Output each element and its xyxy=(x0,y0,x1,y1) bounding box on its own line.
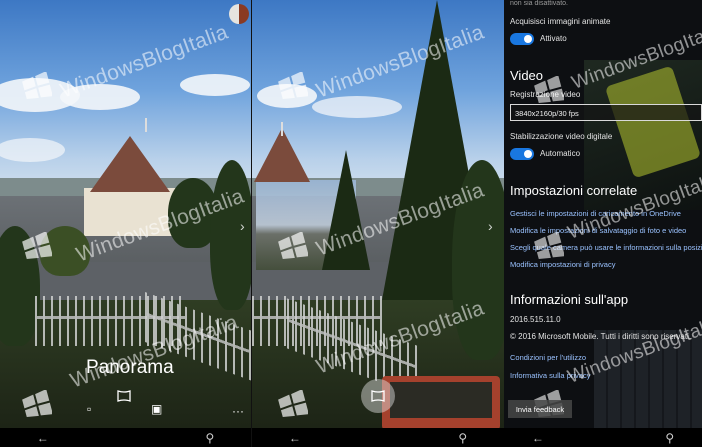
back-arrow-icon[interactable]: ← xyxy=(532,431,544,445)
cut-off-description: non sia disattivato. xyxy=(510,0,568,7)
animated-images-state: Attivato xyxy=(540,34,567,43)
background-keyboard-image xyxy=(594,330,702,428)
search-icon[interactable]: ⚲ xyxy=(205,431,214,445)
terms-of-use-link[interactable]: Condizioni per l'utilizzo xyxy=(510,353,586,362)
save-settings-link[interactable]: Modifica le impostazioni di salvataggio … xyxy=(510,226,686,235)
windows-start-icon[interactable] xyxy=(122,433,132,443)
system-navigation-bar: ← ⚲ xyxy=(0,428,251,447)
photo-church-roof xyxy=(90,136,170,192)
privacy-settings-link[interactable]: Modifica impostazioni di privacy xyxy=(510,260,615,269)
animated-images-toggle[interactable] xyxy=(510,33,534,45)
more-icon[interactable]: ··· xyxy=(232,404,244,418)
camera-settings-panel: non sia disattivato. Acquisisci immagini… xyxy=(504,0,702,447)
privacy-statement-link[interactable]: Informativa sulla privacy xyxy=(510,371,590,380)
camera-viewfinder-panel: › WindowsBlogItalia WindowsBlogItalia Wi… xyxy=(0,0,251,447)
search-icon[interactable]: ⚲ xyxy=(458,431,467,445)
chevron-right-icon[interactable]: › xyxy=(240,218,245,234)
stabilization-toggle[interactable] xyxy=(510,148,534,160)
windows-start-icon[interactable] xyxy=(600,433,610,443)
camera-mode-thumbnail[interactable] xyxy=(229,4,249,24)
location-settings-link[interactable]: Scegli quale camera può usare le informa… xyxy=(510,243,702,252)
photo-cloud xyxy=(60,84,140,110)
photo-church-cross xyxy=(145,118,147,132)
video-section-heading: Video xyxy=(510,68,544,83)
video-icon[interactable]: ▫ xyxy=(87,402,91,416)
photo-icon[interactable]: ▣ xyxy=(151,402,162,416)
photo-tree xyxy=(40,226,90,276)
stabilization-label: Stabilizzazione video digitale xyxy=(510,132,613,141)
system-navigation-bar: ← ⚲ xyxy=(504,428,702,447)
system-navigation-bar: ← ⚲ xyxy=(252,428,504,447)
app-version: 2016.515.11.0 xyxy=(510,315,561,324)
animated-images-label: Acquisisci immagini animate xyxy=(510,17,611,26)
photo-church xyxy=(84,188,178,236)
copyright-text: © 2016 Microsoft Mobile. Tutti i diritti… xyxy=(510,332,692,341)
about-app-heading: Informazioni sull'app xyxy=(510,292,629,307)
panorama-icon[interactable] xyxy=(117,390,131,402)
camera-mode-label: Panorama xyxy=(86,357,174,378)
panorama-capture-button[interactable] xyxy=(361,379,395,413)
photo-cloud xyxy=(257,84,317,108)
photo-tree xyxy=(452,160,504,360)
panorama-icon xyxy=(371,390,385,402)
video-resolution-select[interactable]: 3840x2160p/30 fps xyxy=(510,104,702,121)
send-feedback-button[interactable]: Invia feedback xyxy=(508,400,572,418)
panorama-capture-panel: › WindowsBlogItalia WindowsBlogItalia Wi… xyxy=(251,0,504,447)
photo-conifer-tree xyxy=(322,150,370,270)
video-recording-label: Registrazione video xyxy=(510,90,581,99)
search-icon[interactable]: ⚲ xyxy=(665,431,674,445)
back-arrow-icon[interactable]: ← xyxy=(37,431,49,445)
photo-church-roof xyxy=(254,128,310,182)
stabilization-state: Automatico xyxy=(540,149,581,158)
onedrive-upload-link[interactable]: Gestisci le impostazioni di caricamento … xyxy=(510,209,681,218)
back-arrow-icon[interactable]: ← xyxy=(289,431,301,445)
photo-cloud xyxy=(180,74,250,96)
windows-start-icon[interactable] xyxy=(375,433,385,443)
photo-planter xyxy=(382,376,500,430)
chevron-right-icon[interactable]: › xyxy=(488,218,493,234)
photo-church-cross xyxy=(281,122,283,136)
photo-tree xyxy=(210,160,251,310)
related-settings-heading: Impostazioni correlate xyxy=(510,183,638,198)
